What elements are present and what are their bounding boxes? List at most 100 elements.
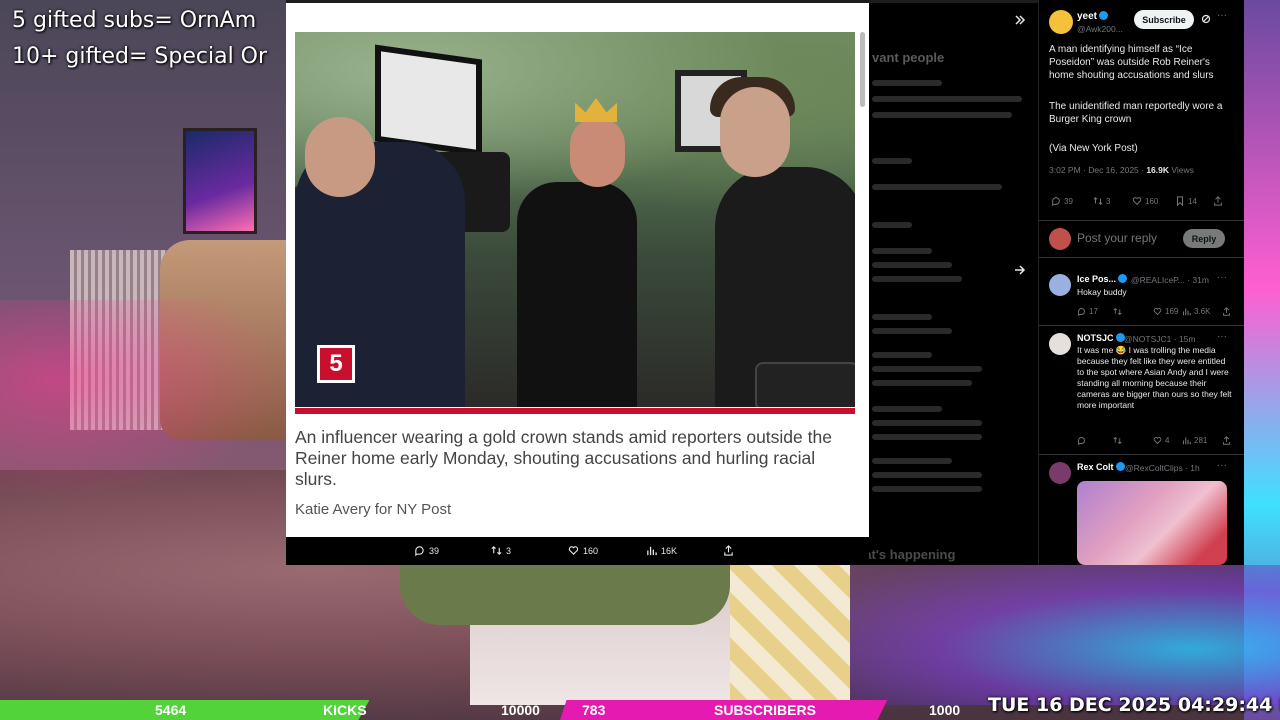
more-options-icon[interactable]: ··· [1217, 272, 1227, 283]
reply-text: Hokay buddy [1077, 287, 1127, 297]
reply-handle[interactable]: @NOTSJC1 · 15m [1124, 334, 1195, 344]
blurred-text [872, 80, 942, 86]
tweet-share-stat[interactable] [1213, 196, 1223, 206]
gift-sub-rule-2: 10+ gifted= Special Or [12, 44, 268, 69]
blurred-text [872, 184, 1002, 190]
grok-icon[interactable] [1201, 14, 1211, 24]
verified-badge-icon [1115, 462, 1125, 471]
reply-author[interactable]: NOTSJC [1077, 333, 1125, 343]
tweet-meta: 3:02 PM · Dec 16, 2025 · 16.9K Views [1049, 165, 1194, 175]
reporter-head [720, 87, 790, 177]
phone [755, 362, 855, 407]
repost-icon [1113, 307, 1122, 316]
blurred-text [872, 458, 952, 464]
officer-head [305, 117, 375, 197]
blurred-text [872, 406, 942, 412]
softbox-light [375, 44, 482, 157]
blurred-text [872, 380, 972, 386]
image-action-bar: 39 3 160 16K [286, 537, 869, 565]
reply-share-stat[interactable] [1222, 307, 1231, 316]
subscribe-button[interactable]: Subscribe [1134, 10, 1194, 29]
blurred-text [872, 472, 982, 478]
reply-repost-stat[interactable] [1113, 436, 1122, 445]
reply-icon [1078, 437, 1085, 445]
tweet-repost-stat[interactable]: 3 [1093, 196, 1110, 206]
reply-share-stat[interactable] [1222, 436, 1231, 445]
tweet-reply-stat[interactable]: 39 [1051, 196, 1073, 206]
share-icon [1223, 436, 1230, 445]
views-action[interactable]: 16K [646, 545, 677, 556]
reply-icon [415, 546, 424, 556]
reply-button[interactable]: Reply [1183, 229, 1225, 248]
views-icon [1182, 308, 1191, 316]
reply-avatar[interactable] [1049, 333, 1071, 355]
blurred-text [872, 262, 952, 268]
tweet-timestamp[interactable]: 3:02 PM · Dec 16, 2025 · [1049, 165, 1146, 175]
reply-handle[interactable]: @RexColtClips · 1h [1125, 463, 1200, 473]
nypost-divider [295, 408, 855, 414]
author-handle[interactable]: @Awk200... [1077, 24, 1123, 34]
blurred-text [872, 276, 962, 282]
reply-reply-stat[interactable]: 17 [1077, 307, 1098, 316]
blurred-text [872, 96, 1022, 102]
blurred-text [872, 352, 932, 358]
reply-composer: Post your reply Reply [1039, 220, 1244, 258]
more-options-icon[interactable]: ··· [1217, 331, 1227, 342]
view-count: 16K [661, 545, 678, 556]
blurred-text [872, 434, 982, 440]
author-avatar[interactable] [1049, 10, 1073, 34]
reply-stats: 4 281 [1077, 436, 1232, 448]
reply-action[interactable]: 39 [414, 545, 439, 556]
crowned-man [517, 182, 637, 407]
collapse-panel-icon[interactable] [1014, 14, 1026, 26]
user-avatar[interactable] [1049, 228, 1071, 250]
reply-views-stat[interactable]: 3.6K [1182, 307, 1210, 316]
author-name[interactable]: yeet [1077, 11, 1109, 22]
share-icon [1223, 307, 1230, 316]
tweet-stats: 39 3 160 14 [1049, 196, 1235, 208]
reply-views-stat[interactable]: 281 [1182, 436, 1207, 445]
blurred-text [872, 158, 912, 164]
reply-icon [1052, 197, 1060, 206]
wall-poster [183, 128, 257, 234]
reply-author[interactable]: Rex Colt [1077, 462, 1125, 472]
divider [1039, 454, 1244, 455]
verified-badge-icon [1118, 274, 1128, 283]
like-count: 160 [583, 545, 599, 556]
reply-like-stat[interactable]: 4 [1153, 436, 1169, 445]
reply-avatar[interactable] [1049, 274, 1071, 296]
reply-avatar[interactable] [1049, 462, 1071, 484]
reply-author[interactable]: Ice Pos... [1077, 274, 1128, 284]
like-action[interactable]: 160 [568, 545, 598, 556]
tweet-text-p2: The unidentified man reportedly wore a B… [1049, 101, 1223, 125]
scrollbar[interactable] [860, 32, 865, 107]
tweet-like-stat[interactable]: 160 [1132, 196, 1158, 206]
reply-media[interactable] [1077, 481, 1227, 565]
photo-credit: Katie Avery for NY Post [295, 501, 452, 518]
subs-label: SUBSCRIBERS [714, 702, 816, 718]
share-icon [1214, 196, 1222, 206]
next-image-icon[interactable] [1014, 264, 1026, 276]
reply-icon [1078, 308, 1085, 316]
views-icon [1182, 437, 1191, 445]
date-time-clock: TUE 16 DEC 2025 04:29:44 PM [988, 694, 1280, 716]
subs-count: 783 [582, 702, 606, 718]
more-options-icon[interactable]: ··· [1217, 10, 1227, 21]
tweet-bookmark-stat[interactable]: 14 [1175, 196, 1197, 206]
reply-input[interactable]: Post your reply [1077, 231, 1157, 245]
repost-icon [491, 546, 502, 555]
reply-stats: 17 169 3.6K [1077, 307, 1232, 319]
repost-count: 3 [506, 545, 512, 556]
reply-reply-stat[interactable] [1077, 436, 1086, 445]
reply-handle[interactable]: @REALIceP... · 31m [1131, 275, 1209, 285]
views-icon [647, 546, 657, 556]
more-options-icon[interactable]: ··· [1217, 460, 1227, 471]
reply-repost-stat[interactable] [1113, 307, 1122, 316]
kicks-goal-bar: 5464 KICKS 10000 [0, 700, 560, 720]
share-action[interactable] [723, 545, 734, 556]
repost-action[interactable]: 3 [491, 545, 511, 556]
reply-like-stat[interactable]: 169 [1153, 307, 1178, 316]
article-image-viewer: 5 An influencer wearing a gold crown sta… [286, 3, 869, 537]
crowned-man-head [570, 117, 625, 187]
news-photo[interactable]: 5 [295, 32, 855, 407]
